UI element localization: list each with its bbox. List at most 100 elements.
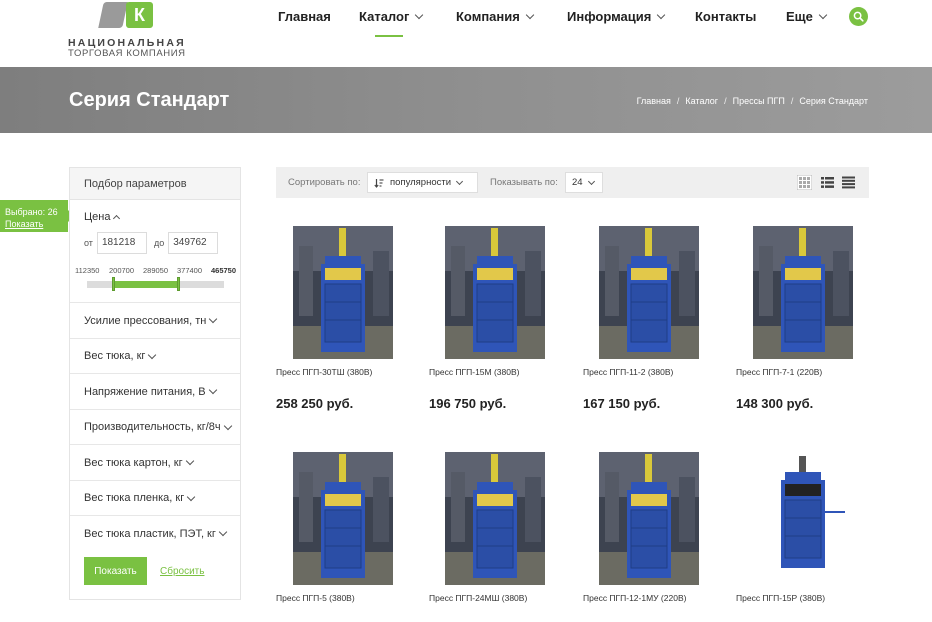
product-name[interactable]: Пресс ПГП-12-1МУ (220В): [583, 593, 686, 603]
price-from-input[interactable]: 181218: [96, 232, 147, 254]
nav-label: Каталог: [359, 9, 410, 24]
product-photo: [445, 452, 545, 585]
per-page-label: Показывать по:: [490, 177, 558, 188]
logo-mark: К: [98, 2, 153, 28]
product-card[interactable]: Пресс ПГП-5 (380В): [276, 452, 416, 622]
chevron-down-icon: [185, 456, 194, 466]
selected-show-link[interactable]: Показать: [5, 218, 68, 230]
chevron-up-icon: [113, 214, 121, 223]
nav-item-info[interactable]: Информация: [567, 9, 666, 24]
filter-section-label: Вес тюка, кг: [84, 350, 146, 362]
product-card[interactable]: Пресс ПГП-11-2 (380В) 167 150 руб.: [583, 226, 723, 426]
product-name[interactable]: Пресс ПГП-24МШ (380В): [429, 593, 527, 603]
grid-view-icon[interactable]: [797, 175, 812, 190]
product-photo: [293, 452, 393, 585]
breadcrumb: Главная / Каталог / Прессы ПГП / Серия С…: [637, 96, 868, 106]
filter-title: Подбор параметров: [70, 168, 240, 200]
filter-section-bale-cardboard[interactable]: Вес тюка картон, кг: [70, 444, 240, 480]
product-photo: [599, 226, 699, 359]
list-view-icon[interactable]: [820, 175, 835, 190]
product-card[interactable]: Пресс ПГП-24МШ (380В): [429, 452, 569, 622]
table-view-icon[interactable]: [841, 175, 856, 190]
product-photo: [753, 226, 853, 359]
product-name[interactable]: Пресс ПГП-15Р (380В): [736, 593, 825, 603]
product-photo: [293, 226, 393, 359]
product-image[interactable]: [753, 452, 853, 585]
price-from-label: от: [84, 238, 93, 248]
reset-filter-link[interactable]: Сбросить: [160, 566, 204, 577]
nav-label: Контакты: [695, 9, 757, 24]
filter-section-bale-weight[interactable]: Вес тюка, кг: [70, 338, 240, 373]
price-slider-handle-max[interactable]: [177, 277, 181, 291]
chevron-down-icon: [208, 385, 217, 395]
chevron-down-icon: [209, 314, 218, 324]
search-icon: [853, 11, 864, 22]
filter-section-bale-film[interactable]: Вес тюка пленка, кг: [70, 480, 240, 515]
company-logo[interactable]: К НАЦИОНАЛЬНАЯ ТОРГОВАЯ КОМПАНИЯ: [68, 2, 188, 62]
breadcrumb-catalog[interactable]: Каталог: [685, 96, 718, 106]
product-price: 258 250 руб.: [276, 396, 354, 411]
product-name[interactable]: Пресс ПГП-7-1 (220В): [736, 367, 822, 377]
product-name[interactable]: Пресс ПГП-15М (380В): [429, 367, 520, 377]
product-image[interactable]: [753, 226, 853, 359]
product-card[interactable]: Пресс ПГП-15Р (380В): [736, 452, 876, 622]
price-filter-toggle[interactable]: Цена: [84, 211, 121, 223]
price-scale-tick: 200700: [109, 266, 135, 275]
price-scale-tick: 465750: [211, 266, 237, 275]
filter-section-label: Вес тюка картон, кг: [84, 456, 183, 469]
nav-item-more[interactable]: Еще: [786, 9, 828, 24]
breadcrumb-presses[interactable]: Прессы ПГП: [733, 96, 785, 106]
chevron-down-icon: [818, 10, 828, 20]
nav-item-catalog[interactable]: Каталог: [359, 9, 424, 24]
product-image[interactable]: [445, 226, 545, 359]
selected-count-label: Выбрано: 26: [5, 207, 58, 217]
filter-section-label: Напряжение питания, В: [84, 385, 206, 398]
nav-active-underline: [375, 35, 403, 37]
price-slider-handle-min[interactable]: [111, 277, 115, 291]
price-to-input[interactable]: 349762: [168, 232, 219, 254]
nav-label: Компания: [456, 9, 520, 24]
nav-label: Еще: [786, 9, 813, 24]
price-to-label: до: [153, 238, 165, 248]
product-image[interactable]: [599, 452, 699, 585]
nav-item-home[interactable]: Главная: [278, 9, 331, 24]
chevron-down-icon: [455, 177, 464, 185]
chevron-down-icon: [186, 492, 196, 501]
product-image[interactable]: [293, 226, 393, 359]
breadcrumb-separator: /: [724, 96, 727, 106]
product-name[interactable]: Пресс ПГП-30ТШ (380В): [276, 367, 372, 377]
search-button[interactable]: [849, 7, 868, 26]
product-name[interactable]: Пресс ПГП-11-2 (380В): [583, 367, 673, 377]
product-card[interactable]: Пресс ПГП-15М (380В) 196 750 руб.: [429, 226, 569, 426]
filter-section-press-force[interactable]: Усилие прессования, тн: [70, 302, 240, 338]
filter-section-productivity[interactable]: Производительность, кг/8ч: [70, 409, 240, 444]
product-image[interactable]: [599, 226, 699, 359]
sort-select[interactable]: популярности: [367, 172, 478, 193]
logo-gray-shape: [98, 2, 128, 28]
price-scale-tick: 377400: [177, 266, 203, 275]
filter-section-bale-plastic[interactable]: Вес тюка пластик, ПЭТ, кг: [70, 515, 240, 551]
filter-section-voltage[interactable]: Напряжение питания, В: [70, 373, 240, 409]
product-card[interactable]: Пресс ПГП-30ТШ (380В) 258 250 руб.: [276, 226, 416, 426]
product-card[interactable]: Пресс ПГП-7-1 (220В) 148 300 руб.: [736, 226, 876, 426]
product-image[interactable]: [293, 452, 393, 585]
chevron-down-icon: [223, 421, 232, 430]
breadcrumb-home[interactable]: Главная: [637, 96, 671, 106]
product-card[interactable]: Пресс ПГП-12-1МУ (220В): [583, 452, 723, 622]
nav-item-contacts[interactable]: Контакты: [695, 9, 756, 24]
price-inputs: от 181218 до 349762: [84, 232, 225, 254]
page-title: Серия Стандарт: [69, 89, 230, 111]
nav-item-company[interactable]: Компания: [456, 9, 535, 24]
product-name[interactable]: Пресс ПГП-5 (380В): [276, 593, 355, 603]
price-label: Цена: [84, 211, 111, 223]
product-image[interactable]: [445, 452, 545, 585]
nav-label: Информация: [567, 9, 652, 24]
chevron-down-icon: [657, 10, 666, 20]
per-page-select[interactable]: 24: [565, 172, 603, 193]
sort-value: популярности: [390, 177, 452, 188]
product-photo: [753, 452, 853, 585]
filter-section-label: Вес тюка пластик, ПЭТ, кг: [84, 527, 216, 540]
apply-filter-button[interactable]: Показать: [84, 557, 147, 585]
selected-count-tag: Выбрано: 26 Показать: [0, 200, 74, 232]
chevron-down-icon: [415, 10, 424, 20]
